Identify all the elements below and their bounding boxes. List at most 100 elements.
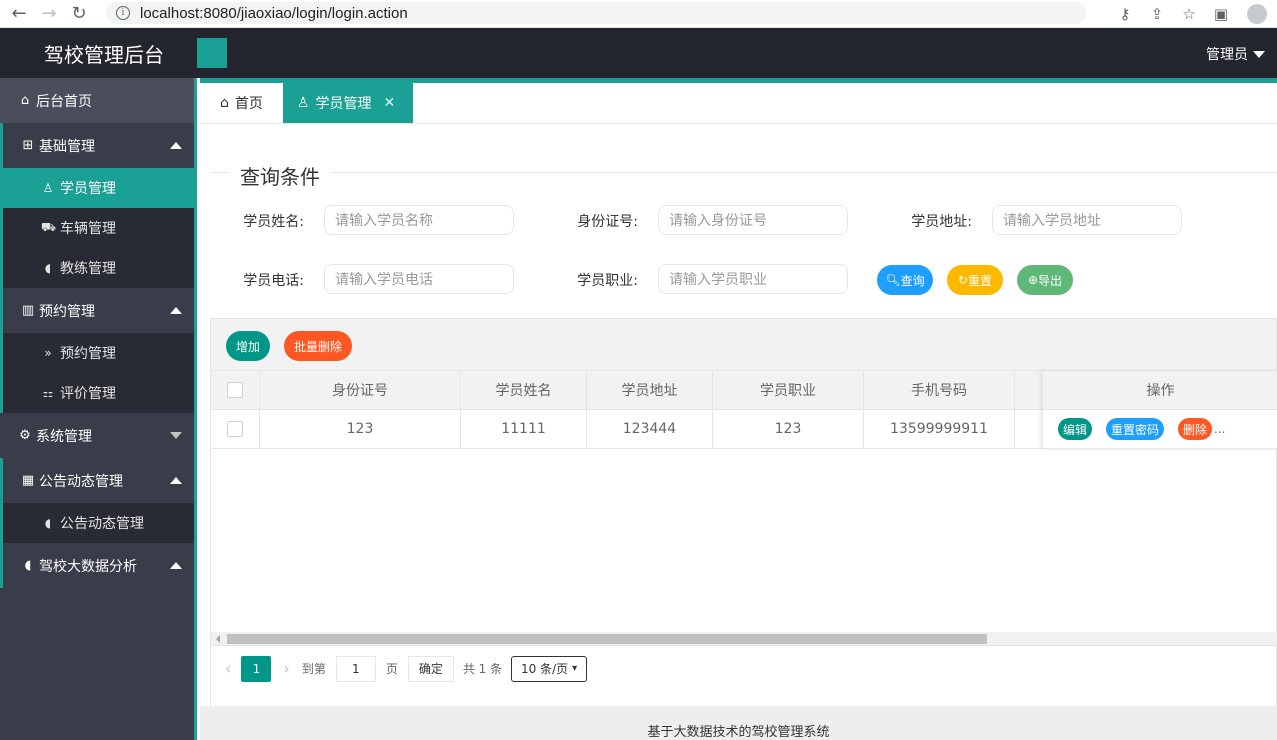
profile-avatar[interactable] xyxy=(1247,4,1267,24)
data-table: 身份证号 学员姓名 学员地址 学员职业 手机号码 123 11111 12344… xyxy=(211,371,1277,449)
reload-icon[interactable]: ↻ xyxy=(68,3,90,25)
caret-up-icon xyxy=(170,562,182,569)
page-size-select[interactable]: 10 条/页 ▾ xyxy=(511,655,588,682)
edit-button[interactable]: 编辑 xyxy=(1058,418,1092,440)
table-panel: 增加 批量删除 身份证号 学员姓名 学员地址 学员职业 手机号码 123 1 11… xyxy=(210,318,1277,710)
column-header-job[interactable]: 学员职业 xyxy=(713,371,864,409)
more-actions-ellipsis[interactable]: ... xyxy=(1214,422,1225,436)
name-input[interactable]: 请输入学员名称 xyxy=(324,205,514,235)
sidebar-group-label: 驾校大数据分析 xyxy=(39,558,137,575)
delete-button[interactable]: 删除 xyxy=(1178,418,1212,440)
cell-id-card: 123 xyxy=(260,410,461,448)
cell-phone: 13599999911 xyxy=(864,410,1015,448)
sidebar-item-bookings[interactable]: » 预约管理 xyxy=(3,333,194,373)
job-input[interactable]: 请输入学员职业 xyxy=(658,264,848,294)
apps-icon: ⊞ xyxy=(22,138,34,153)
column-header-name[interactable]: 学员姓名 xyxy=(461,371,587,409)
home-icon: ⌂ xyxy=(20,93,30,108)
page-unit-label: 页 xyxy=(385,662,398,676)
phone-input[interactable]: 请输入学员电话 xyxy=(324,264,514,294)
url-text: localhost:8080/jiaoxiao/login/login.acti… xyxy=(140,4,408,22)
app-header: 驾校管理后台 管理员 xyxy=(0,28,1277,78)
home-icon: ⌂ xyxy=(220,95,229,111)
sidebar-toggle-icon[interactable]: ▣ xyxy=(1205,5,1237,23)
page-size-value: 10 条/页 xyxy=(521,662,569,676)
query-button[interactable]: 🔍︎ 查询 xyxy=(877,265,933,295)
sidebar-item-label: 教练管理 xyxy=(60,261,116,277)
search-icon: 🔍︎ xyxy=(885,273,901,287)
column-header-address[interactable]: 学员地址 xyxy=(587,371,713,409)
sidebar-group-label: 基础管理 xyxy=(39,138,95,155)
sidebar-item-label: 车辆管理 xyxy=(60,221,116,237)
id-card-label: 身份证号: xyxy=(577,214,638,230)
select-all-checkbox[interactable] xyxy=(227,382,243,398)
cell-name: 11111 xyxy=(461,410,587,448)
goto-confirm-button[interactable]: 确定 xyxy=(407,655,454,682)
tab-home[interactable]: ⌂ 首页 xyxy=(200,83,283,123)
fixed-actions-column: 操作 编辑 重置密码 删除 ... xyxy=(1042,371,1277,449)
tab-students[interactable]: ♙ 学员管理 ✕ xyxy=(282,83,414,123)
main-content: ⌂ 首页 ♙ 学员管理 ✕ 查询条件 学员姓名: 请输入学员名称 身份证号: 请… xyxy=(200,78,1277,740)
sidebar-item-label: 公告动态管理 xyxy=(60,516,144,532)
download-icon: ⊕ xyxy=(1027,273,1039,287)
reset-password-button[interactable]: 重置密码 xyxy=(1106,418,1164,440)
sidebar-collapse-button[interactable] xyxy=(197,38,227,68)
prev-page-icon[interactable]: ‹ xyxy=(225,659,231,678)
add-button[interactable]: 增加 xyxy=(226,331,270,361)
sidebar-item-label: 评价管理 xyxy=(60,386,116,402)
key-icon[interactable]: ⚷ xyxy=(1109,5,1141,23)
scroll-left-icon[interactable] xyxy=(216,635,220,643)
caret-up-icon xyxy=(170,477,182,484)
column-header-id-card[interactable]: 身份证号 xyxy=(260,371,461,409)
sidebar-item-students[interactable]: ♙ 学员管理 xyxy=(3,168,194,208)
forward-icon[interactable]: → xyxy=(38,3,60,25)
phone-label: 学员电话: xyxy=(243,273,304,289)
row-actions: 编辑 重置密码 删除 ... xyxy=(1043,410,1277,449)
sidebar-group-bigdata[interactable]: ◖ 驾校大数据分析 xyxy=(3,543,194,588)
sidebar-group-system[interactable]: ⚙ 系统管理 xyxy=(0,413,194,458)
sidebar-item-vehicles[interactable]: ⛟ 车辆管理 xyxy=(3,208,194,248)
horizontal-scrollbar[interactable] xyxy=(211,632,1277,645)
page-footer: 基于大数据技术的驾校管理系统 xyxy=(200,706,1277,740)
row-checkbox[interactable] xyxy=(227,421,243,437)
table-toolbar: 增加 批量删除 xyxy=(211,319,1276,371)
address-label: 学员地址: xyxy=(911,214,972,230)
goto-label: 到第 xyxy=(301,662,326,676)
id-card-input[interactable]: 请输入身份证号 xyxy=(658,205,848,235)
export-button[interactable]: ⊕ 导出 xyxy=(1017,265,1073,295)
chevron-down-icon: ▾ xyxy=(572,663,578,674)
sidebar-item-coaches[interactable]: ◖ 教练管理 xyxy=(3,248,194,288)
site-info-icon[interactable]: i xyxy=(116,6,130,20)
sidebar-item-reviews[interactable]: ⚏ 评价管理 xyxy=(3,373,194,413)
share-icon[interactable]: ⇪ xyxy=(1141,5,1173,23)
address-input[interactable]: 请输入学员地址 xyxy=(992,205,1182,235)
user-menu[interactable]: 管理员 xyxy=(1206,44,1265,64)
grid-icon: ▦ xyxy=(21,473,35,488)
address-bar[interactable]: i localhost:8080/jiaoxiao/login/login.ac… xyxy=(106,2,1086,24)
sidebar-group-announcements[interactable]: ▦ 公告动态管理 xyxy=(3,458,194,503)
tab-label: 学员管理 xyxy=(315,96,372,112)
scrollbar-thumb[interactable] xyxy=(227,634,987,644)
search-legend: 查询条件 xyxy=(230,161,330,190)
name-label: 学员姓名: xyxy=(243,214,304,230)
speaker-icon: ◖ xyxy=(24,558,32,573)
column-header-phone[interactable]: 手机号码 xyxy=(864,371,1015,409)
caret-down-icon xyxy=(1253,50,1265,58)
browser-toolbar: ← → ↻ i localhost:8080/jiaoxiao/login/lo… xyxy=(0,0,1277,28)
back-icon[interactable]: ← xyxy=(8,3,30,25)
sidebar-group-label: 系统管理 xyxy=(36,428,92,445)
caret-up-icon xyxy=(170,307,182,314)
sidebar-item-announcements[interactable]: ◖ 公告动态管理 xyxy=(3,503,194,543)
next-page-icon[interactable]: › xyxy=(283,659,289,678)
sidebar-group-booking[interactable]: ▥ 预约管理 xyxy=(3,288,194,333)
star-icon[interactable]: ☆ xyxy=(1173,5,1205,23)
current-page[interactable]: 1 xyxy=(241,655,272,682)
reset-button[interactable]: ↻ 重置 xyxy=(947,265,1003,295)
close-icon[interactable]: ✕ xyxy=(383,95,395,111)
batch-delete-button[interactable]: 批量删除 xyxy=(284,331,352,361)
sidebar-group-basic[interactable]: ⊞ 基础管理 xyxy=(3,123,194,168)
sidebar-item-home[interactable]: ⌂ 后台首页 xyxy=(0,78,194,123)
tab-label: 首页 xyxy=(234,96,263,112)
goto-page-input[interactable]: 1 xyxy=(335,655,376,682)
sidebar-group-label: 公告动态管理 xyxy=(39,473,123,490)
